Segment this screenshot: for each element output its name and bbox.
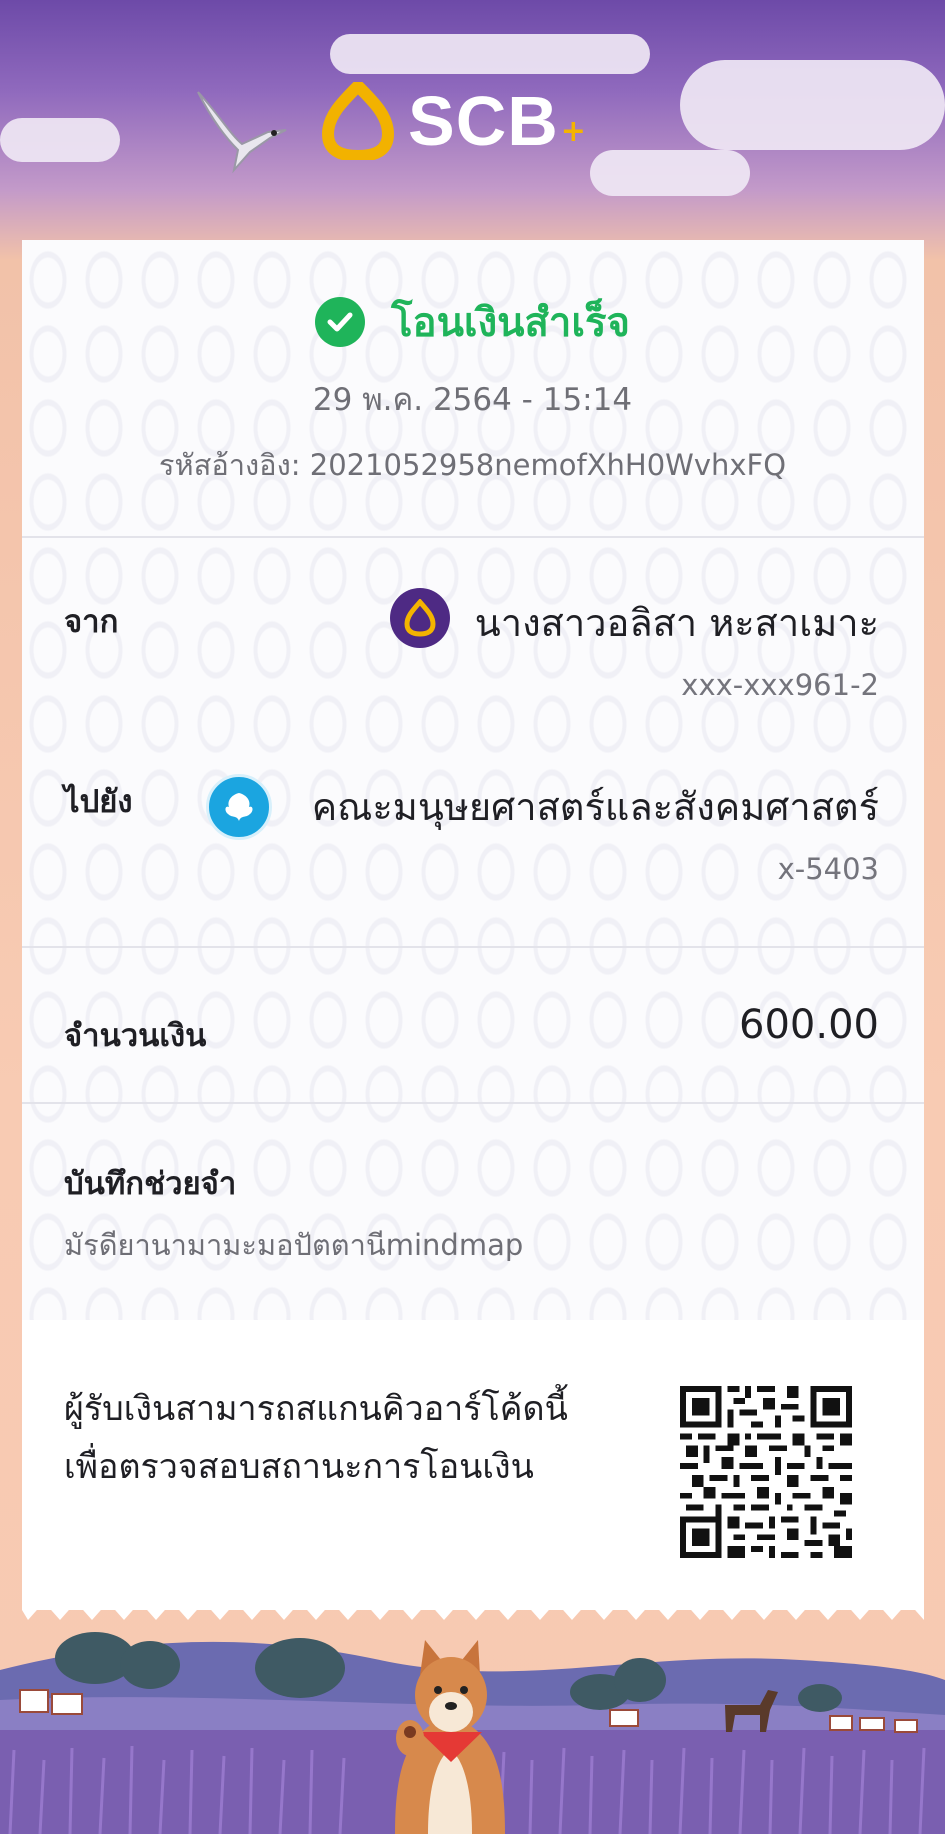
memo-label: บันทึกช่วยจำ	[64, 1166, 237, 1202]
divider	[22, 1102, 924, 1104]
scb-logo-icon	[322, 82, 394, 160]
scb-logo: SCB +	[322, 82, 586, 160]
transfer-status: โอนเงินสำเร็จ	[0, 290, 945, 354]
divider	[22, 536, 924, 538]
brand-name: SCB	[408, 82, 559, 160]
divider	[22, 946, 924, 948]
bird-icon	[197, 91, 287, 174]
reference-code: รหัสอ้างอิง: 2021052958nemofXhH0WvhxFQ	[158, 448, 787, 482]
lavender-field-scene	[0, 1632, 945, 1834]
cloud	[330, 34, 650, 74]
cloud	[0, 118, 120, 162]
qr-instruction-line1: ผู้รับเงินสามารถสแกนคิวอาร์โค้ดนี้	[64, 1389, 568, 1429]
status-title: โอนเงินสำเร็จ	[391, 300, 630, 346]
qr-instruction-line2: เพื่อตรวจสอบสถานะการโอนเงิน	[64, 1447, 534, 1487]
receipt-zigzag-edge	[22, 1590, 924, 1620]
cloud	[680, 60, 945, 150]
to-label: ไปยัง	[64, 784, 133, 820]
memo-text: มัรดียานามามะมอปัตตานีmindmap	[64, 1228, 524, 1262]
from-label: จาก	[64, 604, 119, 640]
ktb-bank-icon	[206, 774, 272, 840]
recipient-name: คณะมนุษยศาสตร์และสังคมศาสตร์	[311, 785, 879, 829]
check-icon	[315, 297, 366, 347]
sender-account: xxx-xxx961-2	[681, 668, 879, 702]
amount-value: 600.00	[739, 1002, 879, 1048]
brand-plus: +	[560, 113, 586, 149]
sender-name: นางสาวอลิสา หะสาเมาะ	[474, 601, 879, 645]
amount-label: จำนวนเงิน	[64, 1018, 207, 1054]
cloud	[590, 150, 750, 196]
qr-instruction: ผู้รับเงินสามารถสแกนคิวอาร์โค้ดนี้ เพื่อ…	[64, 1380, 624, 1496]
qr-code[interactable]	[680, 1386, 852, 1558]
recipient-account: x-5403	[777, 852, 879, 886]
transfer-datetime: 29 พ.ค. 2564 - 15:14	[312, 382, 633, 418]
scb-bank-icon	[390, 588, 450, 648]
